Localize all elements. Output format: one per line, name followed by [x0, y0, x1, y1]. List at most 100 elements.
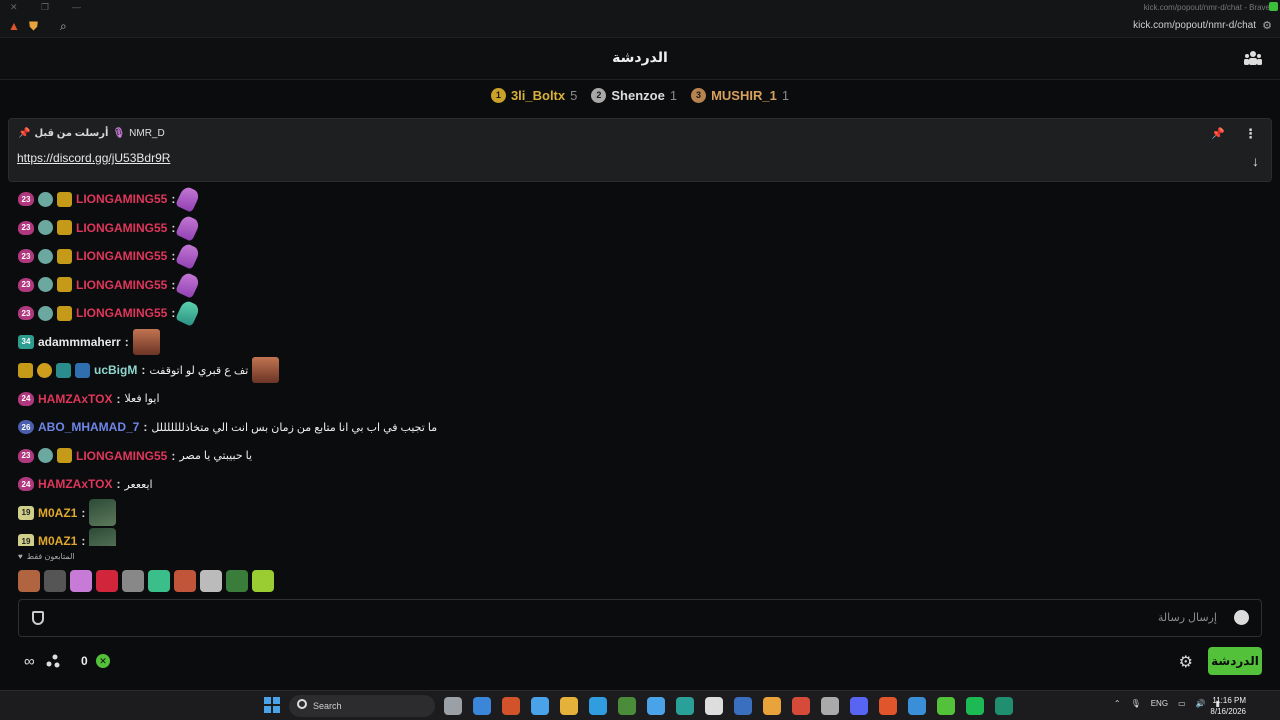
chat-username[interactable]: LIONGAMING55: [76, 221, 167, 235]
taskbar-app-icon[interactable]: [676, 697, 694, 715]
taskbar-clock[interactable]: 11:16 PM 8/16/2026: [1210, 695, 1246, 717]
quick-emote-icon[interactable]: [174, 570, 196, 592]
chat-message[interactable]: ucBigM: تف ع قبري لو اتوقفت: [18, 357, 280, 383]
chat-message[interactable]: 19 M0AZ1:: [18, 499, 117, 526]
quick-emote-icon[interactable]: [226, 570, 248, 592]
quick-emote-icon[interactable]: [70, 570, 92, 592]
leaderboard-item[interactable]: 3 MUSHIR_1 1: [691, 87, 789, 103]
glove-emote-icon: [175, 299, 202, 327]
quick-emote-icon[interactable]: [148, 570, 170, 592]
chat-message[interactable]: 24 HAMZAxTOX: ايعععر: [18, 471, 153, 497]
taskbar-app-icon[interactable]: [618, 697, 636, 715]
quick-emote-icon[interactable]: [252, 570, 274, 592]
taskbar-app-icon[interactable]: [444, 697, 462, 715]
more-options-icon[interactable]: ⋮: [1244, 126, 1257, 142]
chat-message[interactable]: 24 HAMZAxTOX: ايوا فعلا: [18, 386, 160, 412]
chat-message[interactable]: 23 LIONGAMING55:: [18, 213, 202, 242]
chat-username[interactable]: M0AZ1: [38, 534, 77, 546]
emoji-picker-icon[interactable]: [1234, 610, 1249, 625]
chat-message[interactable]: 23 LIONGAMING55:: [18, 270, 202, 299]
chat-message[interactable]: 26 ABO_MHAMAD_7: ما تجيب في اب بي انا متاب…: [18, 414, 437, 440]
chat-username[interactable]: LIONGAMING55: [76, 449, 167, 463]
infinity-icon[interactable]: ∞: [24, 653, 35, 670]
pinned-author[interactable]: NMR_D: [129, 128, 165, 139]
chat-message-text: تف ع قبري لو اتوقفت: [149, 364, 249, 377]
chevron-up-icon[interactable]: ⌃: [1114, 699, 1121, 708]
pinned-link[interactable]: https://discord.gg/jU53Bdr9R: [17, 151, 170, 165]
taskbar-app-icon[interactable]: [995, 697, 1013, 715]
users-icon[interactable]: [1244, 50, 1262, 66]
chat-username[interactable]: LIONGAMING55: [76, 249, 167, 263]
taskbar-app-icon[interactable]: [821, 697, 839, 715]
mic-icon[interactable]: 🎙: [1131, 699, 1141, 708]
gear-icon[interactable]: ⚙: [1179, 652, 1193, 672]
chat-username[interactable]: HAMZAxTOX: [38, 392, 112, 406]
chat-username[interactable]: LIONGAMING55: [76, 192, 167, 206]
network-icon[interactable]: ▭: [1178, 699, 1186, 708]
address-bar[interactable]: kick.com/popout/nmr-d/chat: [1133, 20, 1256, 31]
chat-message[interactable]: 19 M0AZ1:: [18, 527, 117, 546]
taskbar-app-icon[interactable]: [879, 697, 897, 715]
chat-username[interactable]: LIONGAMING55: [76, 278, 167, 292]
chat-username[interactable]: adammmaherr: [38, 335, 121, 349]
search-tab-icon[interactable]: ⌕: [60, 19, 67, 34]
quick-emote-icon[interactable]: [44, 570, 66, 592]
brave-shield-icon[interactable]: ⛊: [29, 19, 38, 34]
chat-username[interactable]: HAMZAxTOX: [38, 477, 112, 491]
windows-taskbar: Search ⌃ 🎙 ENG ▭ 🔊 ▮ 11:16 PM 8/16/2026: [0, 690, 1280, 720]
chat-input[interactable]: إرسال رسالة: [18, 599, 1262, 637]
chat-username[interactable]: M0AZ1: [38, 506, 77, 520]
quick-emote-icon[interactable]: [122, 570, 144, 592]
taskbar-app-icon[interactable]: [792, 697, 810, 715]
close-window-icon[interactable]: ✕: [10, 2, 18, 13]
arrow-down-icon[interactable]: ↓: [1252, 153, 1259, 169]
restore-window-icon[interactable]: ❐: [41, 2, 49, 13]
chat-message[interactable]: 23 LIONGAMING55: يا حبيبتي يا مصر: [18, 443, 252, 469]
chat-messages[interactable]: 23 LIONGAMING55: 23 LIONGAMING55: 23 LIONGAMI…: [0, 182, 1270, 546]
windows-start-icon[interactable]: [264, 697, 280, 713]
taskbar-app-icon[interactable]: [966, 697, 984, 715]
chat-username[interactable]: ABO_MHAMAD_7: [38, 420, 139, 434]
leaderboard-item[interactable]: 2 Shenzoe 1: [591, 87, 677, 103]
volume-icon[interactable]: 🔊: [1196, 699, 1206, 708]
brave-rewards-icon[interactable]: ▲: [8, 19, 20, 33]
taskbar-app-icon[interactable]: [850, 697, 868, 715]
taskbar-app-icon[interactable]: [705, 697, 723, 715]
chat-message[interactable]: 34 adammmaherr:: [18, 328, 160, 355]
taskbar-app-icon[interactable]: [734, 697, 752, 715]
rank-badge-icon: 1: [490, 87, 506, 103]
quick-emote-icon[interactable]: [18, 570, 40, 592]
quick-emote-icon[interactable]: [96, 570, 118, 592]
taskbar-app-icon[interactable]: [502, 697, 520, 715]
chat-message[interactable]: 23 LIONGAMING55:: [18, 299, 202, 327]
send-chat-button[interactable]: الدردشة: [1208, 647, 1262, 675]
chat-message[interactable]: 23 LIONGAMING55:: [18, 242, 202, 270]
username-colon: :: [143, 420, 148, 434]
taskbar-app-icon[interactable]: [763, 697, 781, 715]
system-tray: ⌃ 🎙 ENG ▭ 🔊 ▮: [1114, 699, 1220, 708]
subscriber-level-badge-icon: 23: [18, 277, 34, 292]
minimize-window-icon[interactable]: —: [72, 2, 81, 12]
site-settings-icon[interactable]: ⚙: [1262, 19, 1272, 32]
share-icon[interactable]: [46, 654, 60, 668]
taskbar-app-icon[interactable]: [937, 697, 955, 715]
shield-icon[interactable]: [32, 611, 44, 625]
taskbar-app-icon[interactable]: [531, 697, 549, 715]
leaderboard-item[interactable]: 1 3li_Boltx 5: [490, 87, 577, 103]
taskbar-app-icon[interactable]: [647, 697, 665, 715]
taskbar-app-icon[interactable]: [560, 697, 578, 715]
moderator-badge-icon: [75, 362, 90, 378]
taskbar-app-icon[interactable]: [473, 697, 491, 715]
username-colon: :: [171, 277, 176, 292]
taskbar-app-icon[interactable]: [589, 697, 607, 715]
language-indicator[interactable]: ENG: [1151, 699, 1168, 708]
chat-username[interactable]: ucBigM: [94, 363, 137, 377]
kick-coin-icon[interactable]: ✕: [96, 654, 110, 668]
quick-emote-icon[interactable]: [200, 570, 222, 592]
rank-badge-icon: 3: [691, 87, 707, 103]
unpin-icon[interactable]: 📌: [1211, 127, 1225, 140]
chat-username[interactable]: LIONGAMING55: [76, 306, 167, 320]
taskbar-search[interactable]: Search: [289, 695, 435, 717]
chat-message[interactable]: 23 LIONGAMING55:: [18, 185, 202, 213]
taskbar-app-icon[interactable]: [908, 697, 926, 715]
